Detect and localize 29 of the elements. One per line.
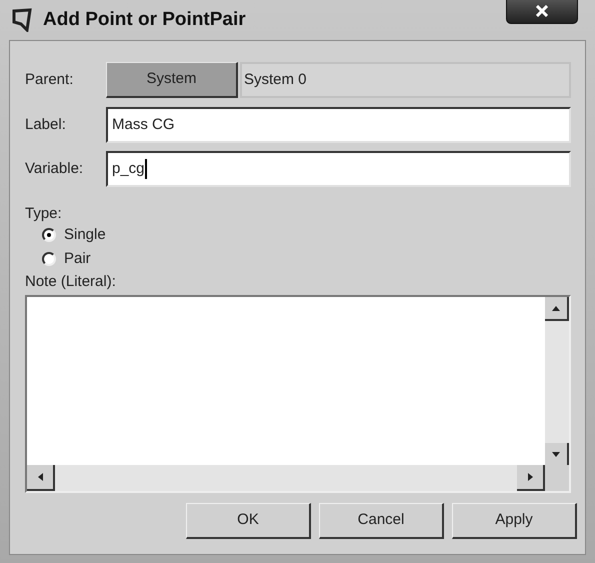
- dialog-button[interactable]: OK: [186, 503, 311, 539]
- right-arrow-icon: [528, 473, 532, 481]
- scrollbar-corner: [545, 465, 569, 491]
- field-label: Variable:: [25, 158, 84, 179]
- close-button[interactable]: [506, 0, 578, 24]
- horizontal-scrollbar[interactable]: [27, 465, 545, 491]
- vertical-scrollbar[interactable]: [545, 297, 569, 467]
- radio-option[interactable]: Pair: [42, 247, 91, 271]
- parent-button[interactable]: System: [106, 62, 238, 98]
- down-arrow-icon: [552, 452, 560, 456]
- note-label: Note (Literal):: [25, 273, 116, 291]
- window-title: Add Point or PointPair: [43, 8, 246, 32]
- dialog-button[interactable]: Apply: [452, 503, 577, 539]
- input-field[interactable]: p_cg: [106, 151, 571, 187]
- radio-option[interactable]: Single: [42, 223, 106, 247]
- scroll-left-button[interactable]: [27, 465, 55, 491]
- field-label: Label:: [25, 114, 67, 135]
- input-field[interactable]: Mass CG: [106, 107, 571, 143]
- scroll-down-button[interactable]: [545, 443, 569, 467]
- dialog-button[interactable]: Cancel: [319, 503, 444, 539]
- parent-label: Parent:: [25, 70, 74, 90]
- up-arrow-icon: [552, 306, 560, 310]
- scroll-right-button[interactable]: [517, 465, 545, 491]
- app-icon: [11, 8, 33, 32]
- left-arrow-icon: [38, 473, 42, 481]
- parent-field: System 0: [240, 62, 571, 98]
- close-icon: [536, 5, 548, 17]
- scroll-up-button[interactable]: [545, 297, 569, 321]
- type-label: Type:: [25, 205, 62, 223]
